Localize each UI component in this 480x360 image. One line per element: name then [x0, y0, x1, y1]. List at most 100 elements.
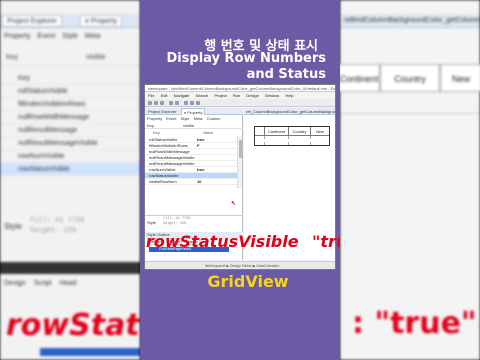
title-english-line1: Display Row Numbers	[166, 51, 326, 66]
bg-outline-bar	[0, 262, 140, 274]
grid-cell[interactable]	[289, 136, 311, 145]
style-label: Style	[147, 220, 156, 225]
menu-project[interactable]: Project	[214, 93, 226, 98]
debug-icon[interactable]	[175, 101, 179, 105]
subtab-style[interactable]: Style	[181, 116, 190, 121]
bg-menu-property[interactable]: Property	[4, 33, 30, 40]
property-table: rollStatusVisible true fillIndexVisibleI…	[145, 137, 237, 185]
grid-cell[interactable]	[265, 136, 289, 145]
bg-style-code-line: height: 25%	[30, 227, 77, 235]
bg-tabbar: Project Explorer e Property	[0, 14, 140, 28]
highlight-value: "true"	[311, 232, 340, 251]
bg-key-row: Key visible	[0, 54, 140, 66]
bg-prop-row[interactable]: nullResultMessage	[0, 124, 140, 137]
bg-selected-bar	[40, 348, 140, 356]
bg-big-value-text: : "true"	[352, 306, 477, 341]
grid-cell[interactable]	[255, 136, 265, 145]
gridview-preview[interactable]: Continent Country New	[254, 126, 330, 146]
bg-tab-head[interactable]: Head	[60, 280, 77, 287]
grid-header-new: New	[311, 127, 329, 136]
subtab-property[interactable]: Property	[147, 116, 162, 121]
bg-style-section: Style fill: #1 7756 height: 25%	[0, 212, 140, 262]
bg-menu-event[interactable]: Event	[37, 33, 55, 40]
bg-prop-row[interactable]: fillIndexVisibleInRows	[0, 98, 140, 111]
menu-design[interactable]: Design	[246, 93, 258, 98]
grid-row[interactable]	[255, 136, 329, 145]
tab-project-explorer[interactable]: Project Explorer	[146, 108, 178, 115]
save-icon[interactable]	[154, 101, 158, 105]
menu-file[interactable]: File	[148, 93, 154, 98]
menu-edit[interactable]: Edit	[161, 93, 168, 98]
menu-run[interactable]: Run	[233, 93, 240, 98]
property-pane-tabs: Project Explorer e Property	[145, 108, 243, 115]
bg-prop-row[interactable]: rowNumVisible	[0, 150, 140, 163]
header-value: Value	[203, 130, 213, 135]
menu-search[interactable]: Search	[196, 93, 209, 98]
title-english-line2: and Status	[246, 67, 326, 82]
bg-bottom-tabs: Design Script Head	[0, 280, 140, 292]
bg-prop-row-selected[interactable]: rowStatusVisible	[0, 163, 140, 176]
video-panel: 행 번호 및 상태 표시 Display Row Numbers and Sta…	[140, 0, 340, 360]
bg-tab-property[interactable]: e Property	[80, 15, 123, 27]
forward-icon[interactable]	[196, 101, 200, 105]
bg-right-grid-header: Continent Country New	[338, 64, 480, 92]
table-row[interactable]: visibleRowNum 10	[145, 179, 237, 185]
bg-property-list: Key rollStatusVisible fillIndexVisibleIn…	[0, 72, 140, 176]
highlight-property: rowStatusVisible	[146, 232, 299, 251]
bg-right-tab[interactable]: reBindColumnBackgroundColor_getColumnBac…	[340, 14, 480, 28]
print-icon[interactable]	[160, 101, 164, 105]
key-filter-input[interactable]: visible	[183, 123, 194, 129]
bg-key-value: visible	[86, 54, 106, 61]
bg-tab-project-explorer[interactable]: Project Explorer	[2, 15, 62, 27]
highlight-caption: rowStatusVisible="true"	[146, 232, 340, 254]
menu-navigate[interactable]: Navigate	[174, 93, 190, 98]
bg-prop-row[interactable]: rollStatusVisible	[0, 85, 140, 98]
highlight-equals: =	[298, 232, 312, 251]
grid-header-country: Country	[289, 127, 311, 136]
bg-key-label: Key	[6, 54, 19, 61]
search-icon[interactable]	[184, 101, 188, 105]
bg-tab-script[interactable]: Script	[34, 280, 52, 287]
style-section: Style fill: #1 7756 height: 25%	[145, 215, 243, 231]
mouse-cursor-icon: ↖	[231, 201, 237, 207]
bg-header-country: Country	[380, 64, 440, 92]
bg-header-new: New	[440, 64, 480, 92]
bg-prop-row[interactable]: Key	[0, 72, 140, 85]
bg-menu-meta[interactable]: Meta	[85, 33, 101, 40]
subtab-event[interactable]: Event	[166, 116, 176, 121]
bg-style-label: Style	[4, 222, 22, 231]
back-icon[interactable]	[190, 101, 194, 105]
key-filter-label: Key	[147, 123, 154, 128]
grid-header-continent: Continent	[265, 127, 289, 136]
bg-property-menu: Property Event Style Meta	[0, 30, 140, 44]
property-table-header: Key Value	[145, 130, 243, 136]
subtab-custom[interactable]: Custom	[207, 116, 221, 121]
subtab-meta[interactable]: Meta	[194, 116, 203, 121]
bg-menu-style[interactable]: Style	[62, 33, 78, 40]
tab-property[interactable]: e Property	[181, 108, 206, 115]
run-icon[interactable]	[169, 101, 173, 105]
toolbar	[145, 99, 335, 107]
menu-bar: File Edit Navigate Search Project Run De…	[145, 92, 335, 99]
new-icon[interactable]	[148, 101, 152, 105]
header-key: Key	[153, 130, 160, 135]
window-title: websquare - /ybt/WebContent/ColumnBackgr…	[145, 85, 335, 92]
scrollbar-thumb[interactable]	[239, 140, 242, 158]
editor-tab[interactable]: ref_ColumnBackgroundColor_getColumnBackg…	[244, 108, 335, 115]
bg-style-code: fill: #1 7756 height: 25%	[30, 216, 85, 236]
bg-style-code-line: fill: #1 7756	[30, 217, 85, 225]
bg-prop-row[interactable]: nullResultMessageVisible	[0, 137, 140, 150]
property-scrollbar[interactable]	[237, 136, 242, 188]
bg-header-continent: Continent	[338, 64, 380, 92]
menu-help[interactable]: Help	[285, 93, 293, 98]
property-value[interactable]: 10	[197, 179, 201, 185]
bg-right-grid-row	[340, 92, 480, 114]
bg-prop-row[interactable]: nullRowWidthMessage	[0, 111, 140, 124]
gridview-label: GridView	[207, 272, 289, 291]
status-bar: WebSquare5 ▶ Design Tables ▶ DataCollect…	[145, 261, 335, 269]
menu-window[interactable]: Window	[265, 93, 279, 98]
grid-header-status	[255, 127, 265, 136]
bg-tab-design[interactable]: Design	[4, 280, 26, 287]
style-code[interactable]: fill: #1 7756 height: 25%	[163, 217, 190, 227]
style-code-line: height: 25%	[163, 222, 187, 226]
